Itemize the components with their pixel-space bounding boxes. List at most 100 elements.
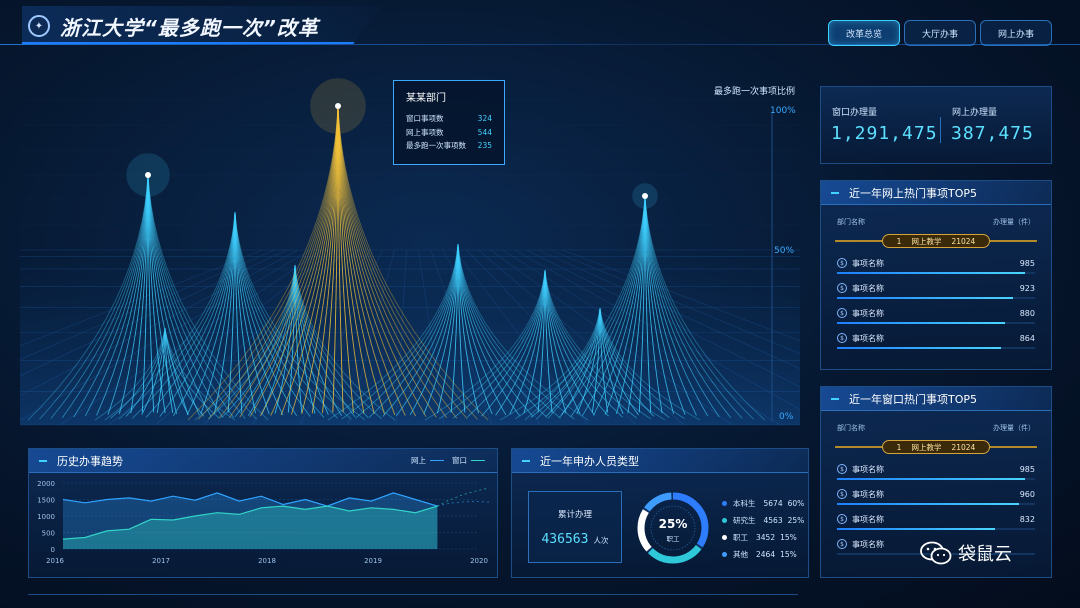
legend-value: 2464 bbox=[756, 550, 776, 559]
total-label: 累计办理 bbox=[557, 510, 592, 520]
legend-swatch bbox=[722, 535, 727, 540]
item-progress-track bbox=[837, 528, 1035, 530]
list-column-headers: 部门名称 办理量（件） bbox=[837, 218, 1035, 226]
axis-tick-0: 0% bbox=[779, 412, 794, 422]
tab-hall-service[interactable]: 大厅办事 bbox=[904, 20, 976, 46]
applicant-types-panel: 近一年申办人员类型 累计办理 436563 人次 25% 职工 本科生 5674 6… bbox=[511, 448, 809, 578]
total-value-row: 436563 人次 bbox=[529, 528, 621, 547]
page-title: 浙江大学“最多跑一次”改革 bbox=[60, 16, 319, 40]
stats-divider bbox=[940, 117, 941, 143]
legend-name: 职工 bbox=[733, 533, 748, 542]
item-progress-fill bbox=[837, 297, 1014, 299]
legend-name: 本科生 bbox=[733, 499, 756, 508]
panel-header: 近一年申办人员类型 bbox=[512, 449, 808, 473]
watermark-text: 袋鼠云 bbox=[958, 544, 1012, 565]
item-name: 事项名称 bbox=[852, 464, 884, 474]
item-progress-fill bbox=[837, 528, 996, 530]
peak-dot bbox=[642, 193, 648, 199]
legend-online: 网上 bbox=[411, 456, 426, 465]
online-volume-label: 网上办理量 bbox=[952, 108, 998, 118]
volume-stats-panel: 窗口办理量 1,291,475 网上办理量 387,475 bbox=[820, 86, 1052, 164]
y-tick-label: 2000 bbox=[37, 480, 55, 488]
legend-name: 其他 bbox=[733, 550, 748, 559]
item-value: 960 bbox=[1019, 489, 1035, 499]
donut-center-label: 职工 bbox=[666, 535, 680, 543]
list-item[interactable]: $ 事项名称 985 bbox=[821, 460, 1051, 485]
item-icon: $ bbox=[837, 489, 847, 499]
list-item[interactable]: $ 事项名称 864 bbox=[821, 329, 1051, 354]
tooltip-title: 某某部门 bbox=[406, 93, 446, 104]
item-progress-fill bbox=[837, 322, 1006, 324]
tab-online-service[interactable]: 网上办事 bbox=[980, 20, 1052, 46]
peak-dot bbox=[335, 103, 341, 109]
item-progress-fill bbox=[837, 272, 1026, 274]
department-tooltip: 某某部门 窗口事项数 324 网上事项数 544 最多跑一次事项数 235 bbox=[393, 80, 505, 165]
item-progress-fill bbox=[837, 347, 1002, 349]
forecast-line bbox=[437, 501, 490, 507]
ratio-axis-title: 最多跑一次事项比例 bbox=[714, 87, 796, 97]
axis-tick-50: 50% bbox=[774, 246, 795, 256]
tab-overview[interactable]: 改革总览 bbox=[828, 20, 900, 46]
x-tick-label: 2018 bbox=[258, 557, 276, 565]
list-item[interactable]: $ 事项名称 923 bbox=[821, 279, 1051, 304]
item-value: 985 bbox=[1019, 464, 1035, 474]
list-item[interactable]: $ 事项名称 985 bbox=[821, 254, 1051, 279]
item-value: 832 bbox=[1019, 514, 1035, 524]
item-icon: $ bbox=[837, 539, 847, 549]
peak-dot bbox=[145, 172, 151, 178]
university-seal-icon: ✦ bbox=[28, 15, 50, 37]
top1-banner[interactable]: 1 网上教学 21024 bbox=[835, 440, 1037, 454]
item-progress-track bbox=[837, 503, 1035, 505]
tooltip-row: 窗口事项数 324 bbox=[406, 114, 492, 123]
panel-header: 近一年网上热门事项TOP5 bbox=[821, 181, 1051, 205]
panel-title: 近一年申办人员类型 bbox=[540, 454, 639, 468]
x-tick-label: 2017 bbox=[152, 557, 170, 565]
history-trend-panel: 历史办事趋势 网上 窗口 2000 1500 1000 500 0 2016 2017 201… bbox=[28, 448, 498, 578]
total-card: 累计办理 436563 人次 bbox=[528, 491, 622, 563]
item-value: 880 bbox=[1019, 308, 1035, 318]
item-icon: $ bbox=[837, 514, 847, 524]
online-volume-value: 387,475 bbox=[951, 123, 1034, 144]
item-progress-fill bbox=[837, 478, 1026, 480]
y-tick-label: 500 bbox=[42, 530, 55, 538]
list-item[interactable]: $ 事项名称 832 bbox=[821, 510, 1051, 535]
legend-window: 窗口 bbox=[452, 456, 467, 465]
online-top5-panel: 近一年网上热门事项TOP5 部门名称 办理量（件） 1 网上教学 21024 $ 事项名… bbox=[820, 180, 1052, 370]
item-name: 事项名称 bbox=[852, 333, 884, 343]
item-name: 事项名称 bbox=[852, 308, 884, 318]
x-tick-label: 2019 bbox=[364, 557, 382, 565]
legend-swatch bbox=[722, 501, 727, 506]
window-volume-label: 窗口办理量 bbox=[832, 108, 878, 118]
tooltip-row: 网上事项数 544 bbox=[406, 127, 492, 137]
axis-tick-100: 100% bbox=[770, 106, 796, 116]
item-progress-fill bbox=[837, 503, 1020, 505]
total-unit: 人次 bbox=[593, 536, 609, 545]
tooltip-row: 最多跑一次事项数 235 bbox=[406, 141, 492, 150]
legend-window-swatch bbox=[471, 460, 485, 461]
item-name: 事项名称 bbox=[852, 283, 884, 293]
item-icon: $ bbox=[837, 283, 847, 293]
donut-center-pct: 25% bbox=[658, 517, 688, 531]
legend-value: 5674 bbox=[763, 499, 783, 508]
legend-value: 3452 bbox=[756, 533, 776, 542]
header-divider bbox=[0, 44, 1080, 45]
legend-swatch bbox=[722, 552, 727, 557]
legend-swatch bbox=[722, 518, 727, 523]
legend-name: 研究生 bbox=[733, 516, 756, 525]
y-tick-label: 1000 bbox=[37, 513, 55, 521]
item-progress-track bbox=[837, 347, 1035, 349]
panel-header: 近一年窗口热门事项TOP5 bbox=[821, 387, 1051, 411]
list-item[interactable]: $ 事项名称 880 bbox=[821, 304, 1051, 329]
item-name: 事项名称 bbox=[852, 539, 884, 549]
list-column-headers: 部门名称 办理量（件） bbox=[837, 424, 1035, 432]
donut-legend: 本科生 5674 60% 研究生 4563 25% 职工 3452 15% 其他 2464 15% bbox=[722, 495, 806, 563]
legend-pct: 15% bbox=[780, 533, 797, 542]
panel-title: 近一年窗口热门事项TOP5 bbox=[849, 392, 978, 406]
top1-banner[interactable]: 1 网上教学 21024 bbox=[835, 234, 1037, 248]
item-icon: $ bbox=[837, 464, 847, 474]
item-progress-track bbox=[837, 322, 1035, 324]
list-item[interactable]: $ 事项名称 960 bbox=[821, 485, 1051, 510]
legend-item: 其他 2464 15% bbox=[722, 546, 806, 563]
legend-pct: 15% bbox=[780, 550, 797, 559]
item-value: 985 bbox=[1019, 258, 1035, 268]
